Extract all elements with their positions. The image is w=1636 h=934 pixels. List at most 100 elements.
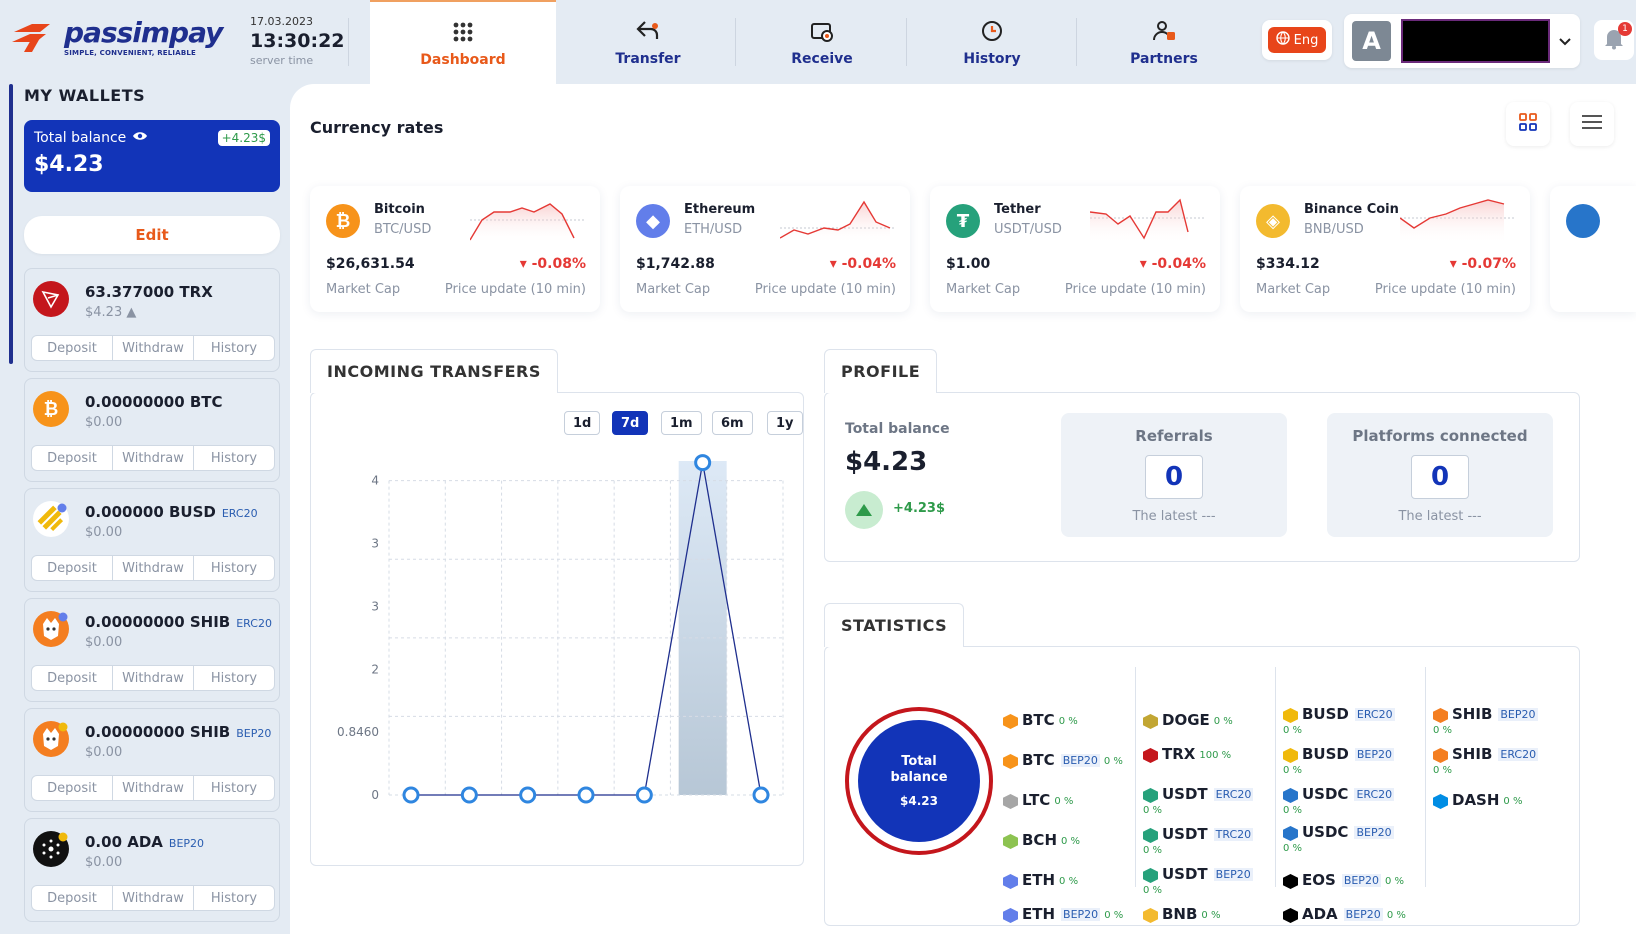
market-cap-label: Market Cap [636,282,711,297]
stat-percent: 100 % [1199,750,1232,761]
withdraw-button[interactable]: Withdraw [113,336,194,360]
network-badge: ERC20 [221,507,258,520]
user-menu[interactable]: A [1344,14,1580,68]
divider [1275,667,1276,887]
history-button[interactable]: History [194,886,274,910]
trx-icon [1143,748,1158,763]
withdraw-button[interactable]: Withdraw [113,446,194,470]
bnb-icon [1143,908,1158,923]
bitcoin-icon: ₿ [326,204,360,238]
stat-item-eth: ETH BEP20 0 % [1003,905,1123,923]
eye-icon[interactable] [132,130,148,146]
period-7d-button[interactable]: 7d [612,411,649,435]
stat-symbol: DOGE [1162,711,1210,729]
platforms-count: 0 [1411,455,1469,499]
stat-symbol: USDT [1162,825,1208,843]
data-point [694,454,712,472]
withdraw-button[interactable]: Withdraw [113,666,194,690]
bch-icon [1003,834,1018,849]
stat-percent: 0 % [1283,765,1303,776]
rate-card-tether[interactable]: ₮ Tether USDT/USD $1.00 ▾ -0.04% Market … [930,186,1220,312]
history-button[interactable]: History [194,556,274,580]
rate-pair: BNB/USD [1304,222,1364,237]
withdraw-button[interactable]: Withdraw [113,556,194,580]
clock-date: 17.03.2023 [250,15,313,28]
tab-dashboard[interactable]: Dashboard [370,0,556,84]
language-switcher[interactable]: Eng [1262,20,1332,60]
wallet-card[interactable]: 0.00000000 SHIB ERC20 $0.00 Deposit Withd… [24,598,280,702]
tab-receive[interactable]: Receive [740,0,904,84]
grid-dots-icon [449,18,477,46]
stat-percent: 0 % [1283,805,1303,816]
deposit-button[interactable]: Deposit [32,446,113,470]
rate-card-ethereum[interactable]: ◆ Ethereum ETH/USD $1,742.88 ▾ -0.04% Ma… [620,186,910,312]
history-button[interactable]: History [194,666,274,690]
rate-price: $26,631.54 [326,256,415,272]
rate-card-bitcoin[interactable]: ₿ Bitcoin BTC/USD $26,631.54 ▾ -0.08% Ma… [310,186,600,312]
period-1y-button[interactable]: 1y [767,411,803,435]
network-badge: BEP20 [1341,874,1381,887]
divider [906,18,907,66]
edit-wallets-button[interactable]: Edit [24,216,280,254]
profile-total-label: Total balance [845,421,950,437]
grid-view-button[interactable] [1506,102,1550,146]
history-button[interactable]: History [194,776,274,800]
wallet-card[interactable]: 0.00 ADA BEP20 $0.00 Deposit Withdraw His… [24,818,280,922]
withdraw-button[interactable]: Withdraw [113,776,194,800]
btc-icon [1003,754,1018,769]
sidebar-scroll-indicator[interactable] [9,84,13,364]
rate-change: ▾ -0.07% [1449,256,1516,272]
shib-icon [33,611,69,647]
deposit-button[interactable]: Deposit [32,776,113,800]
stat-symbol: EOS [1302,871,1336,889]
rate-name: Binance Coin [1304,202,1399,217]
rate-price: $1,742.88 [636,256,715,272]
rate-card-partial[interactable] [1550,186,1636,312]
network-badge: BEP20 [236,727,272,740]
deposit-button[interactable]: Deposit [32,666,113,690]
data-point [460,786,478,804]
rate-card-binance-coin[interactable]: ◈ Binance Coin BNB/USD $334.12 ▾ -0.07% … [1240,186,1530,312]
busd-icon [1283,748,1298,763]
network-badge: BEP20 [1354,748,1395,761]
deposit-button[interactable]: Deposit [32,556,113,580]
stat-item-trx: TRX 100 % [1143,745,1231,763]
stat-symbol: LTC [1022,791,1051,809]
deposit-button[interactable]: Deposit [32,886,113,910]
wallet-card[interactable]: 63.377000 TRX $4.23 ▲ Deposit Withdraw H… [24,268,280,372]
history-button[interactable]: History [194,336,274,360]
list-view-icon [1581,114,1603,134]
wallet-card[interactable]: ₿ 0.00000000 BTC $0.00 Deposit Withdraw … [24,378,280,482]
deposit-button[interactable]: Deposit [32,336,113,360]
stat-symbol: DASH [1452,791,1500,809]
passimpay-logo-icon [10,18,60,58]
eos-icon [1283,874,1298,889]
wallet-amount: 0.000000 BUSD [85,503,216,521]
withdraw-button[interactable]: Withdraw [113,886,194,910]
wallet-amount: 0.00000000 BTC [85,393,223,411]
tab-history[interactable]: History [910,0,1074,84]
period-1d-button[interactable]: 1d [564,411,601,435]
chevron-down-icon [1558,32,1572,51]
wallet-card[interactable]: 0.00000000 SHIB BEP20 $0.00 Deposit Withd… [24,708,280,812]
total-balance-label: Total balance [34,130,127,146]
history-button[interactable]: History [194,446,274,470]
rate-name: Bitcoin [374,202,425,217]
statistics-title: STATISTICS [824,603,965,647]
profile-panel: PROFILE Total balance $4.23 +4.23$ Refer… [824,349,1580,562]
rate-name: Tether [994,202,1041,217]
rate-name: Ethereum [684,202,756,217]
tab-transfer[interactable]: Transfer [566,0,730,84]
market-cap-label: Market Cap [326,282,401,297]
referrals-label: Referrals [1135,427,1213,445]
transfer-arrow-icon [634,17,662,45]
period-6m-button[interactable]: 6m [712,411,753,435]
wallet-card[interactable]: 0.000000 BUSD ERC20 $0.00 Deposit Withdra… [24,488,280,592]
brand-logo[interactable]: passimpay SIMPLE, CONVENIENT, RELIABLE [10,18,223,58]
tron-icon [33,281,69,317]
stat-item-btc: BTC 0 % [1003,711,1078,729]
list-view-button[interactable] [1570,102,1614,146]
period-1m-button[interactable]: 1m [661,411,702,435]
tab-partners[interactable]: Partners [1082,0,1246,84]
notifications-button[interactable]: 1 [1594,20,1634,60]
